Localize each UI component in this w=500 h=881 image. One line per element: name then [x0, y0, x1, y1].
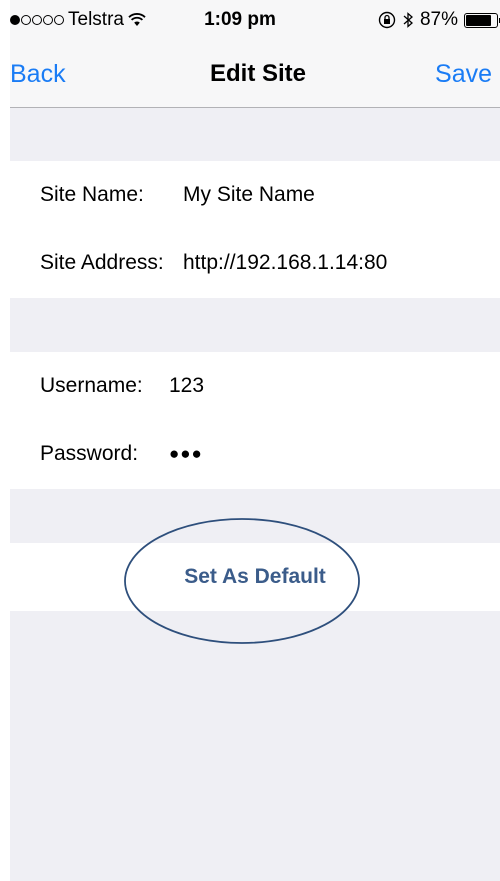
username-row[interactable]: Username: 123: [10, 352, 500, 420]
top-bar: Telstra 1:09 pm 87% Back Edit Site Save: [10, 0, 500, 108]
status-bar: Telstra 1:09 pm 87%: [10, 0, 500, 40]
password-field[interactable]: ●●●: [169, 444, 203, 464]
battery-fill: [466, 14, 491, 26]
battery-icon: [464, 12, 500, 28]
site-name-row[interactable]: Site Name: My Site Name: [10, 161, 500, 229]
navigation-bar: Back Edit Site Save: [10, 54, 500, 98]
battery-percent: 87%: [419, 9, 458, 30]
rotation-lock-icon: [378, 11, 396, 29]
site-name-label: Site Name:: [40, 183, 144, 206]
username-field[interactable]: 123: [169, 374, 204, 398]
save-button[interactable]: Save: [435, 60, 492, 89]
site-details-group: Site Name: My Site Name Site Address: ht…: [10, 161, 500, 298]
username-label: Username:: [40, 374, 143, 397]
page-title: Edit Site: [209, 60, 306, 87]
credentials-group: Username: 123 Password: ●●●: [10, 352, 500, 489]
annotation-ellipse: [124, 518, 360, 644]
site-address-label: Site Address:: [40, 251, 164, 274]
screen: Telstra 1:09 pm 87% Back Edit Site Save …: [0, 0, 500, 881]
site-address-row[interactable]: Site Address: http://192.168.1.14:80: [10, 229, 500, 297]
bluetooth-icon: [403, 12, 413, 28]
site-name-field[interactable]: My Site Name: [183, 183, 315, 207]
site-address-field[interactable]: http://192.168.1.14:80: [183, 251, 387, 275]
password-row[interactable]: Password: ●●●: [10, 420, 500, 488]
status-right: 87%: [378, 9, 500, 31]
password-label: Password:: [40, 442, 139, 465]
phone-screen: Telstra 1:09 pm 87% Back Edit Site Save …: [10, 0, 500, 881]
